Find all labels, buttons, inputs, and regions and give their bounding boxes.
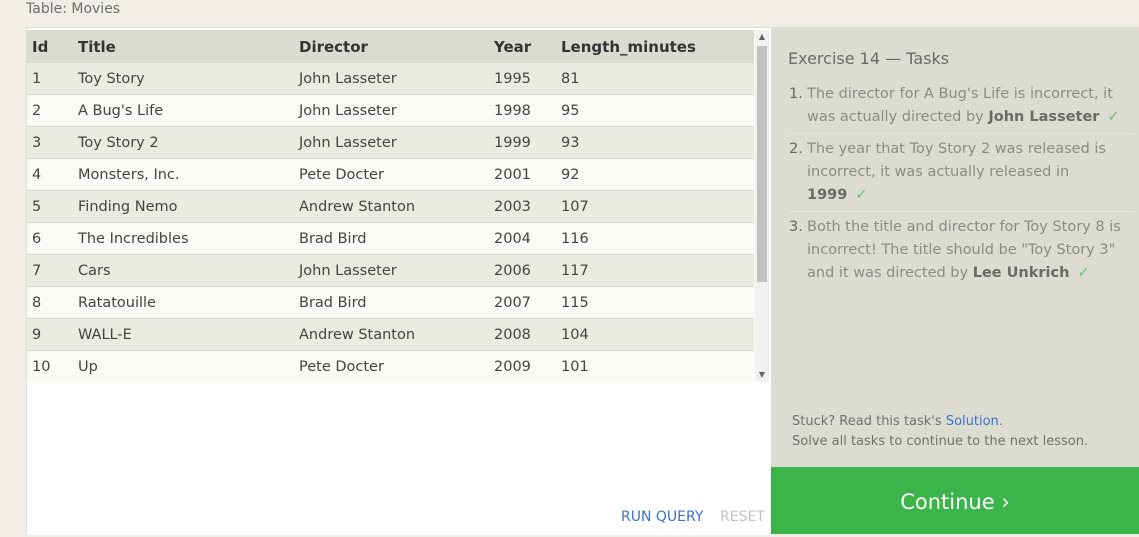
cell-year: 2004: [494, 222, 561, 255]
cell-director: Pete Docter: [299, 350, 494, 382]
cell-id: 2: [27, 94, 78, 127]
cell-title: Finding Nemo: [78, 190, 299, 223]
cell-director: Andrew Stanton: [299, 190, 494, 223]
exercise-title: Exercise 14 — Tasks: [788, 49, 950, 68]
cell-length: 95: [561, 94, 754, 127]
run-query-button[interactable]: RUN QUERY: [621, 509, 703, 525]
cell-id: 6: [27, 222, 78, 255]
task-item: 2. The year that Toy Story 2 was release…: [789, 138, 1134, 212]
scroll-down-arrow-icon[interactable]: ▼: [755, 368, 769, 382]
table-row: 5 Finding Nemo Andrew Stanton 2003 107: [27, 190, 754, 223]
cell-title: Toy Story 2: [78, 126, 299, 159]
task-text: Both the title and director for Toy Stor…: [807, 219, 1121, 281]
cell-length: 104: [561, 318, 754, 351]
cell-id: 8: [27, 286, 78, 319]
help-line-2: Solve all tasks to continue to the next …: [792, 434, 1089, 449]
cell-id: 9: [27, 318, 78, 351]
table-row: 7 Cars John Lasseter 2006 117: [27, 254, 754, 287]
table-header-row: Id Title Director Year Length_minutes: [27, 30, 754, 63]
column-header-length-minutes: Length_minutes: [561, 30, 754, 63]
cell-director: Brad Bird: [299, 286, 494, 319]
table-row: 3 Toy Story 2 John Lasseter 1999 93: [27, 126, 754, 159]
solution-link[interactable]: Solution: [946, 414, 999, 429]
cell-year: 2006: [494, 254, 561, 287]
cell-length: 107: [561, 190, 754, 223]
cell-length: 92: [561, 158, 754, 191]
cell-length: 93: [561, 126, 754, 159]
cell-title: Toy Story: [78, 63, 299, 95]
table-row: 4 Monsters, Inc. Pete Docter 2001 92: [27, 158, 754, 191]
cell-length: 116: [561, 222, 754, 255]
task-number: 2.: [789, 141, 803, 157]
cell-director: John Lasseter: [299, 254, 494, 287]
cell-length: 81: [561, 63, 754, 95]
cell-title: Monsters, Inc.: [78, 158, 299, 191]
results-table-container: Id Title Director Year Length_minutes 1 …: [27, 30, 754, 382]
cell-director: Brad Bird: [299, 222, 494, 255]
continue-button[interactable]: Continue ›: [771, 467, 1139, 534]
cell-length: 115: [561, 286, 754, 319]
table-scrollbar[interactable]: ▲ ▼: [755, 30, 769, 382]
cell-length: 101: [561, 350, 754, 382]
cell-year: 2007: [494, 286, 561, 319]
cell-year: 2003: [494, 190, 561, 223]
cell-id: 1: [27, 63, 78, 95]
results-table: Id Title Director Year Length_minutes 1 …: [27, 30, 754, 382]
task-item: 3. Both the title and director for Toy S…: [789, 216, 1134, 289]
scroll-up-arrow-icon[interactable]: ▲: [755, 30, 769, 44]
column-header-year: Year: [494, 30, 561, 63]
tasks-panel: Exercise 14 — Tasks 1. The director for …: [771, 27, 1139, 467]
cell-length: 117: [561, 254, 754, 287]
task-list: 1. The director for A Bug's Life is inco…: [789, 83, 1134, 293]
help-text: Stuck? Read this task's Solution. Solve …: [792, 412, 1088, 452]
cell-title: Cars: [78, 254, 299, 287]
reset-button[interactable]: RESET: [720, 509, 765, 525]
cell-id: 10: [27, 350, 78, 382]
column-header-director: Director: [299, 30, 494, 63]
help-prefix: Stuck? Read this task's: [792, 414, 942, 429]
task-item: 1. The director for A Bug's Life is inco…: [789, 83, 1134, 134]
table-caption: Table: Movies: [26, 1, 121, 17]
task-answer: 1999: [807, 187, 848, 203]
cell-id: 4: [27, 158, 78, 191]
cell-director: Pete Docter: [299, 158, 494, 191]
cell-year: 1995: [494, 63, 561, 95]
cell-director: John Lasseter: [299, 94, 494, 127]
scrollbar-thumb[interactable]: [757, 46, 767, 282]
column-header-id: Id: [27, 30, 78, 63]
table-row: 9 WALL-E Andrew Stanton 2008 104: [27, 318, 754, 351]
checkmark-icon: ✓: [855, 187, 868, 203]
cell-id: 3: [27, 126, 78, 159]
column-header-title: Title: [78, 30, 299, 63]
task-number: 3.: [789, 219, 803, 235]
cell-title: The Incredibles: [78, 222, 299, 255]
checkmark-icon: ✓: [1107, 109, 1120, 125]
table-row: 10 Up Pete Docter 2009 101: [27, 350, 754, 382]
query-results-panel: Id Title Director Year Length_minutes 1 …: [26, 27, 771, 535]
checkmark-icon: ✓: [1077, 265, 1090, 281]
cell-director: Andrew Stanton: [299, 318, 494, 351]
table-row: 2 A Bug's Life John Lasseter 1998 95: [27, 94, 754, 127]
cell-title: Up: [78, 350, 299, 382]
cell-title: Ratatouille: [78, 286, 299, 319]
cell-year: 2009: [494, 350, 561, 382]
cell-year: 1999: [494, 126, 561, 159]
cell-director: John Lasseter: [299, 63, 494, 95]
cell-id: 7: [27, 254, 78, 287]
cell-year: 2001: [494, 158, 561, 191]
task-answer: John Lasseter: [988, 109, 1100, 125]
help-suffix: .: [998, 414, 1003, 429]
task-number: 1.: [789, 86, 803, 102]
task-text: The year that Toy Story 2 was released i…: [807, 141, 1106, 180]
task-answer: Lee Unkrich: [972, 265, 1070, 281]
cell-year: 1998: [494, 94, 561, 127]
table-row: 6 The Incredibles Brad Bird 2004 116: [27, 222, 754, 255]
table-row: 8 Ratatouille Brad Bird 2007 115: [27, 286, 754, 319]
cell-id: 5: [27, 190, 78, 223]
cell-title: A Bug's Life: [78, 94, 299, 127]
cell-director: John Lasseter: [299, 126, 494, 159]
cell-year: 2008: [494, 318, 561, 351]
table-row: 1 Toy Story John Lasseter 1995 81: [27, 63, 754, 95]
cell-title: WALL-E: [78, 318, 299, 351]
